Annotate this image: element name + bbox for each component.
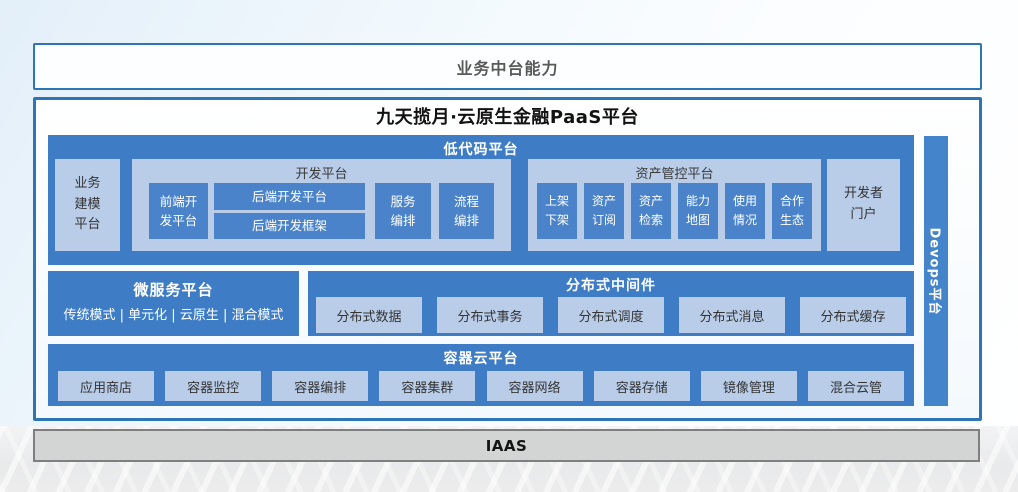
devops-platform-bar: Devops平台 [924,136,948,406]
asset-item-box: 上架下架 [537,183,577,239]
section-lowcode-platform: 低代码平台 业务建模平台 开发平台 前端开发平台 后端开发平台 后端开发框架 [48,135,914,265]
asset-control-title: 资产管控平台 [528,159,821,183]
frontend-dev-platform-box: 前端开发平台 [149,183,208,239]
middleware-item-box: 分布式调度 [558,297,664,333]
container-item-box: 容器存储 [594,371,690,401]
microservice-modes: 传统模式 | 单元化 | 云原生 | 混合模式 [48,304,299,323]
microservice-title: 微服务平台 [48,279,299,300]
asset-item-box: 资产订阅 [584,183,624,239]
service-orchestration-box: 服务编排 [375,183,431,239]
container-item-box: 容器网络 [487,371,583,401]
container-item-box: 应用商店 [58,371,154,401]
service-orchestration-label: 服务编排 [390,192,416,231]
asset-item-box: 合作生态 [772,183,812,239]
section-container-cloud: 容器云平台 应用商店 容器监控 容器编排 容器集群 容器网络 容器存储 镜像管理… [48,344,914,406]
dev-platform-items: 前端开发平台 后端开发平台 后端开发框架 服务编排 流程编排 [132,183,511,239]
backend-dev-platform-box: 后端开发平台 [214,183,365,210]
middleware-items: 分布式数据 分布式事务 分布式调度 分布式消息 分布式缓存 [308,297,914,333]
middleware-title: 分布式中间件 [308,271,914,295]
asset-item-label: 资产检索 [639,192,664,229]
dev-platform-panel: 开发平台 前端开发平台 后端开发平台 后端开发框架 服务编排 [132,159,511,251]
developer-portal-box: 开发者门户 [827,159,900,251]
section-microservice-platform: 微服务平台 传统模式 | 单元化 | 云原生 | 混合模式 [48,271,299,336]
backend-stack: 后端开发平台 后端开发框架 [214,183,365,239]
devops-platform-label: Devops平台 [927,227,946,315]
business-midplatform-label: 业务中台能力 [456,55,558,79]
asset-item-label: 上架下架 [545,192,570,229]
paas-architecture-diagram: 业务中台能力 九天揽月·云原生金融PaaS平台 低代码平台 业务建模平台 开发平… [0,0,1018,492]
business-modeling-platform-box: 业务建模平台 [55,159,120,251]
middleware-item-box: 分布式数据 [316,297,422,333]
developer-portal-label: 开发者门户 [844,184,884,226]
frontend-dev-platform-label: 前端开发平台 [159,192,197,231]
container-item-box: 混合云管 [808,371,904,401]
middleware-item-box: 分布式缓存 [800,297,906,333]
asset-item-box: 使用情况 [725,183,765,239]
lowcode-title: 低代码平台 [48,135,914,159]
container-cloud-title: 容器云平台 [48,344,914,368]
asset-item-box: 能力地图 [678,183,718,239]
paas-platform-box: 九天揽月·云原生金融PaaS平台 低代码平台 业务建模平台 开发平台 前端开发平… [33,97,982,421]
backend-dev-framework-box: 后端开发框架 [214,213,365,240]
dev-platform-title: 开发平台 [132,159,511,183]
container-item-box: 容器集群 [379,371,475,401]
container-item-box: 容器监控 [165,371,261,401]
iaas-bar: IAAS [33,429,980,462]
business-modeling-label: 业务建模平台 [74,174,101,236]
asset-item-box: 资产检索 [631,183,671,239]
asset-control-panel: 资产管控平台 上架下架 资产订阅 资产检索 能力地图 使用情况 [528,159,821,251]
asset-item-label: 合作生态 [780,192,805,229]
asset-item-label: 资产订阅 [592,192,617,229]
iaas-label: IAAS [486,437,528,455]
container-item-box: 镜像管理 [701,371,797,401]
lowcode-body: 业务建模平台 开发平台 前端开发平台 后端开发平台 后端开发框架 服务编排 [48,159,914,251]
asset-control-items: 上架下架 资产订阅 资产检索 能力地图 使用情况 合作生态 [528,183,821,239]
asset-item-label: 使用情况 [733,192,758,229]
middleware-item-box: 分布式消息 [679,297,785,333]
platform-title: 九天揽月·云原生金融PaaS平台 [36,103,979,129]
business-midplatform-banner: 业务中台能力 [33,43,982,90]
asset-item-label: 能力地图 [686,192,711,229]
process-orchestration-label: 流程编排 [454,192,480,231]
container-cloud-items: 应用商店 容器监控 容器编排 容器集群 容器网络 容器存储 镜像管理 混合云管 [48,371,914,401]
container-item-box: 容器编排 [272,371,368,401]
middleware-item-box: 分布式事务 [437,297,543,333]
section-distributed-middleware: 分布式中间件 分布式数据 分布式事务 分布式调度 分布式消息 分布式缓存 [308,271,914,336]
process-orchestration-box: 流程编排 [439,183,494,239]
